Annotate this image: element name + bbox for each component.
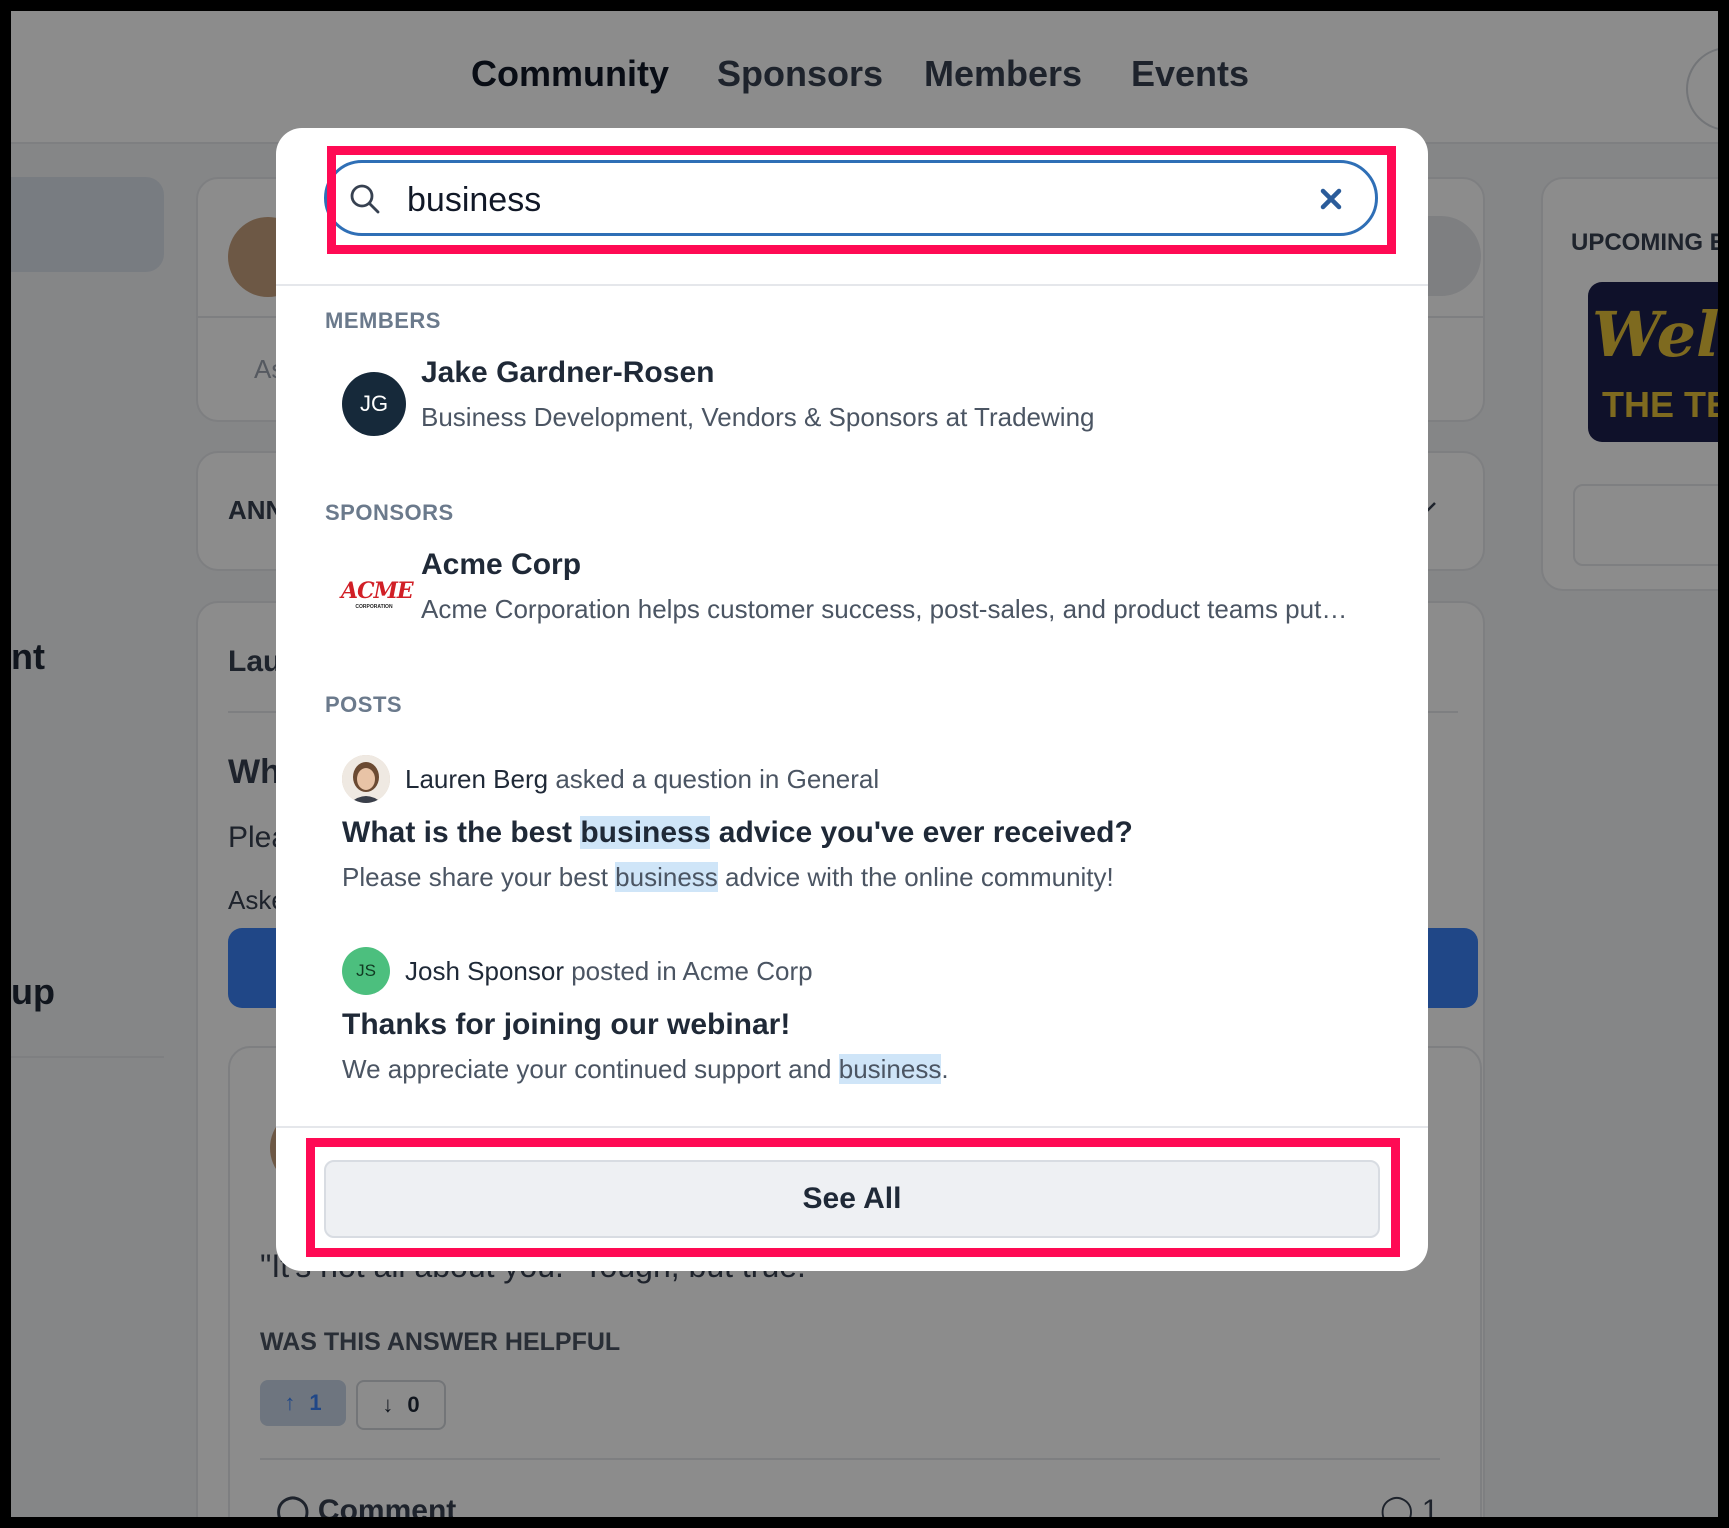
search-input[interactable] — [405, 173, 1289, 227]
member-name: Jake Gardner-Rosen — [421, 356, 715, 389]
member-result[interactable]: JG Jake Gardner-Rosen Business Developme… — [325, 350, 1385, 450]
member-avatar: JG — [342, 372, 406, 436]
post-title: What is the best business advice you've … — [342, 816, 1133, 849]
post-excerpt: We appreciate your continued support and… — [342, 1054, 949, 1084]
acme-logo: ACME CORPORATION — [341, 578, 414, 610]
clear-search-button[interactable] — [1313, 181, 1349, 217]
post-excerpt: Please share your best business advice w… — [342, 862, 1114, 892]
post-result[interactable]: Lauren Berg asked a question in General … — [325, 740, 1385, 908]
search-match: business — [615, 862, 718, 892]
section-label-posts: POSTS — [325, 692, 403, 717]
post-meta: Josh Sponsor posted in Acme Corp — [405, 956, 813, 986]
sponsor-subtitle: Acme Corporation helps customer success,… — [421, 594, 1348, 624]
search-icon — [350, 184, 380, 214]
close-icon — [1320, 188, 1342, 210]
divider — [276, 1126, 1428, 1128]
section-label-sponsors: SPONSORS — [325, 500, 454, 525]
post-meta: Lauren Berg asked a question in General — [405, 764, 880, 794]
member-subtitle: Business Development, Vendors & Sponsors… — [421, 402, 1095, 432]
post-title: Thanks for joining our webinar! — [342, 1008, 791, 1041]
post-result[interactable]: JS Josh Sponsor posted in Acme Corp Than… — [325, 932, 1385, 1100]
search-modal: MEMBERS JG Jake Gardner-Rosen Business D… — [276, 128, 1428, 1271]
sponsor-name: Acme Corp — [421, 548, 582, 581]
author-avatar: JS — [342, 947, 390, 995]
divider — [276, 284, 1428, 286]
author-avatar — [342, 755, 390, 803]
search-match: business — [838, 1054, 942, 1084]
search-match: business — [580, 816, 711, 849]
search-field[interactable] — [324, 160, 1378, 236]
sponsor-result[interactable]: ACME CORPORATION Acme Corp Acme Corporat… — [325, 542, 1385, 642]
section-label-members: MEMBERS — [325, 308, 441, 333]
app-frame: Community Sponsors Members Events nt up … — [11, 11, 1718, 1517]
see-all-button[interactable]: See All — [324, 1160, 1380, 1238]
